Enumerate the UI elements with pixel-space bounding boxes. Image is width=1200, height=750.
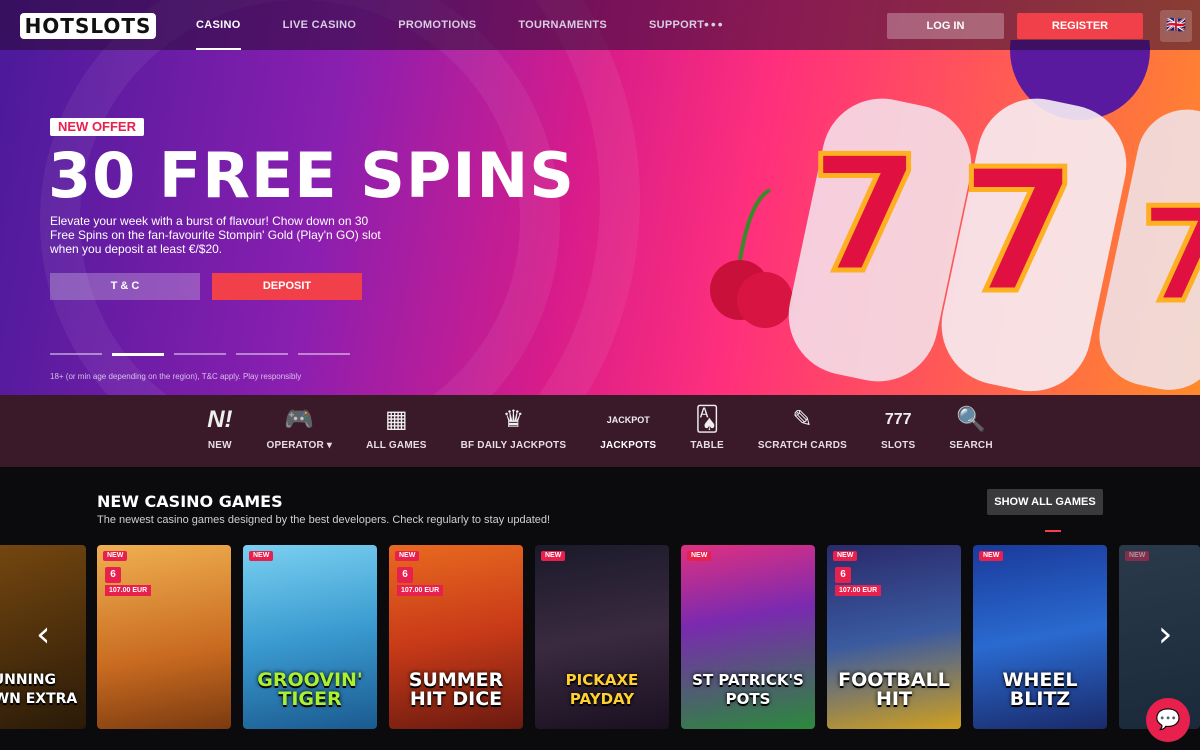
nav-promotions[interactable]: PROMOTIONS [398, 0, 476, 50]
category-new[interactable]: N! NEW [190, 395, 249, 467]
category-label: NEW [207, 440, 232, 451]
show-all-games-button[interactable]: SHOW ALL GAMES [987, 489, 1103, 515]
game-title: WHEEL BLITZ [1002, 669, 1078, 710]
crown-icon: ♛ [502, 406, 525, 433]
jackpot-amount: 107.00 EUR [105, 585, 152, 596]
category-bf-daily-jackpots[interactable]: ♛ BF DAILY JACKPOTS [444, 395, 584, 467]
jackpot-count-badge: 6 [105, 567, 121, 583]
svg-text:7: 7 [810, 121, 921, 308]
game-tile[interactable]: NEW 6 107.00 EUR SUMMER HIT DICE [389, 545, 523, 729]
header: HOTSLOTS CASINO LIVE CASINO PROMOTIONS T… [0, 0, 1200, 50]
slots-icon: 777 [884, 411, 912, 428]
grid-icon: ▦ [384, 406, 408, 433]
category-label: ALL GAMES [366, 440, 427, 451]
section-accent-line [1045, 530, 1061, 532]
svg-text:7: 7 [960, 133, 1078, 331]
game-tile[interactable]: NEW WHEEL BLITZ [973, 545, 1107, 729]
svg-text:7: 7 [1140, 179, 1200, 331]
category-label: SCRATCH CARDS [757, 440, 847, 451]
gamepad-icon: 🎮 [284, 406, 315, 433]
game-title: SUMMER HIT DICE [408, 669, 504, 710]
category-operator[interactable]: 🎮 OPERATOR ▾ [250, 395, 350, 467]
section-subtitle: The newest casino games designed by the … [97, 514, 551, 526]
game-tile[interactable]: NEW GROOVIN' TIGER [243, 545, 377, 729]
carousel-prev-icon[interactable]: ‹ [36, 615, 50, 655]
nav-support[interactable]: SUPPORT [649, 0, 704, 50]
carousel-dot[interactable] [174, 353, 226, 355]
terms-button[interactable]: T & C [50, 273, 200, 300]
more-menu-icon[interactable]: ••• [704, 16, 725, 32]
category-jackpots[interactable]: JACKPOT JACKPOTS [583, 395, 673, 467]
hero-banner: 7 7 7 NEW OFFER 30 FREE SPINS Elevate yo… [0, 0, 1200, 395]
new-badge: NEW [687, 551, 712, 561]
category-scratch-cards[interactable]: ✎ SCRATCH CARDS [741, 395, 864, 467]
new-badge: NEW [1125, 551, 1150, 561]
carousel-next-icon[interactable]: › [1158, 615, 1172, 655]
jackpot-count-badge: 6 [835, 567, 851, 583]
new-badge: NEW [833, 551, 858, 561]
logo[interactable]: HOTSLOTS [20, 13, 156, 39]
main-nav: CASINO LIVE CASINO PROMOTIONS TOURNAMENT… [196, 0, 746, 50]
chat-icon[interactable]: 💬 [1146, 698, 1190, 742]
game-title: FOOTBALL HIT [838, 669, 950, 710]
category-bar: N! NEW 🎮 OPERATOR ▾ ▦ ALL GAMES ♛ BF DAILY J… [0, 395, 1200, 467]
carousel-dot-active[interactable] [112, 353, 164, 356]
category-label: TABLE [690, 440, 724, 451]
new-badge: NEW [979, 551, 1004, 561]
game-title: RUNNING CROWN EXTRA [0, 672, 78, 707]
game-title: PICKAXE PAYDAY [565, 671, 639, 708]
section-title: NEW CASINO GAMES [97, 492, 283, 511]
search-icon: 🔍 [956, 406, 986, 433]
disclaimer: 18+ (or min age depending on the region)… [50, 372, 302, 381]
new-icon: N! [207, 406, 233, 433]
category-label: JACKPOTS [600, 440, 657, 451]
category-all-games[interactable]: ▦ ALL GAMES [349, 395, 444, 467]
slot-reels-art: 7 7 7 [710, 40, 1200, 392]
login-button[interactable]: LOG IN [887, 13, 1004, 39]
new-badge: NEW [395, 551, 420, 561]
cards-icon: 🂡 [694, 406, 720, 433]
category-label: OPERATOR ▾ [266, 440, 333, 451]
scratch-card-icon: ✎ [792, 406, 813, 433]
carousel-dot[interactable] [298, 353, 350, 355]
jackpot-amount: 107.00 EUR [397, 585, 444, 596]
new-badge: NEW [541, 551, 566, 561]
new-offer-badge: NEW OFFER [50, 118, 144, 136]
nav-tournaments[interactable]: TOURNAMENTS [518, 0, 607, 50]
deposit-button[interactable]: DEPOSIT [212, 273, 362, 300]
nav-live-casino[interactable]: LIVE CASINO [283, 0, 357, 50]
game-tile[interactable]: NEW 6 107.00 EUR FOOTBALL HIT [827, 545, 961, 729]
game-title: ST PATRICK'S POTS [692, 671, 804, 708]
jackpot-count-badge: 6 [397, 567, 413, 583]
game-tile[interactable]: NEW PICKAXE PAYDAY [535, 545, 669, 729]
jackpot-icon: JACKPOT [606, 415, 650, 425]
jackpot-amount: 107.00 EUR [835, 585, 882, 596]
new-badge: NEW [103, 551, 128, 561]
carousel-dot[interactable] [50, 353, 102, 355]
new-badge: NEW [249, 551, 274, 561]
carousel-dot[interactable] [236, 353, 288, 355]
register-button[interactable]: REGISTER [1017, 13, 1143, 39]
hero-title: 30 FREE SPINS [48, 139, 575, 212]
category-table[interactable]: 🂡 TABLE [673, 395, 741, 467]
category-search[interactable]: 🔍 SEARCH [932, 395, 1009, 467]
category-label: SLOTS [881, 440, 916, 451]
carousel-pagination [50, 353, 350, 356]
category-slots[interactable]: 777 SLOTS [864, 395, 932, 467]
game-tile[interactable]: NEW ST PATRICK'S POTS [681, 545, 815, 729]
language-flag-icon[interactable]: 🇬🇧 [1160, 10, 1192, 42]
category-label: BF DAILY JACKPOTS [460, 440, 567, 451]
game-title: GROOVIN' TIGER [257, 669, 363, 710]
category-label: SEARCH [949, 440, 993, 451]
game-tile[interactable]: NEW 6 107.00 EUR [97, 545, 231, 729]
nav-casino[interactable]: CASINO [196, 0, 241, 50]
hero-description: Elevate your week with a burst of flavou… [50, 214, 381, 256]
